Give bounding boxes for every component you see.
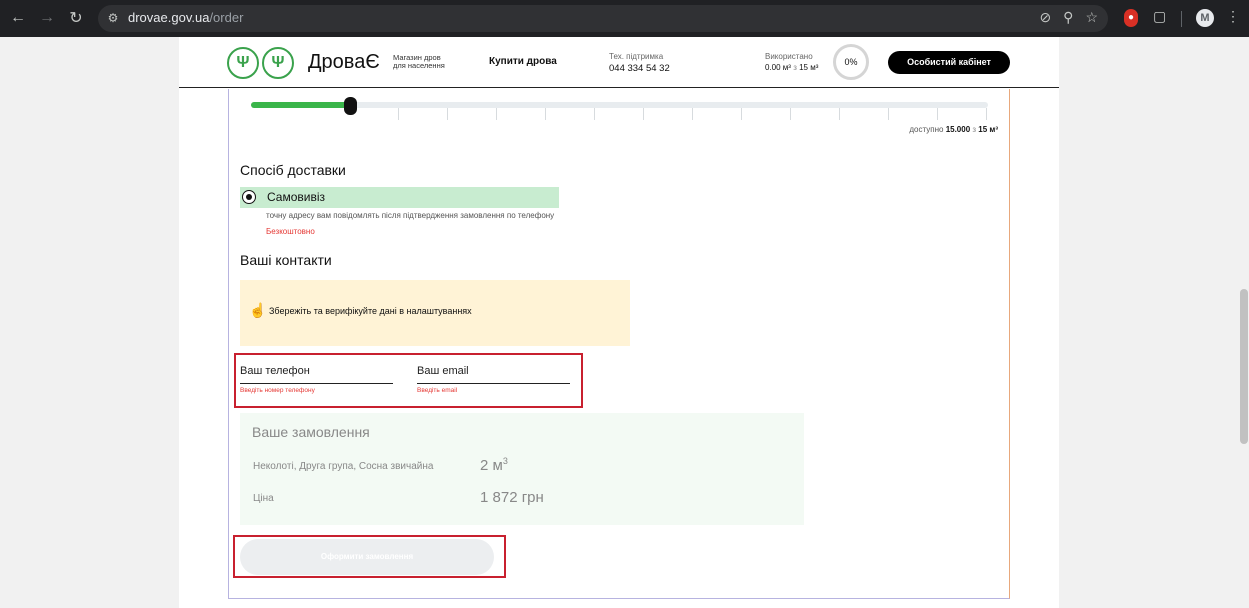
tracking-off-icon[interactable]: ⊘ xyxy=(1039,9,1051,26)
used-value: 0.00 м³ з 15 м³ xyxy=(765,63,819,72)
pointing-hand-icon: ☝ xyxy=(249,302,267,318)
contacts-title: Ваші контакти xyxy=(240,252,332,268)
volume-slider-handle[interactable] xyxy=(344,97,358,115)
verify-notice: ☝ Збережіть та верифікуйте дані в налашт… xyxy=(240,280,630,346)
brand-tagline: Магазин дров для населення xyxy=(393,53,445,70)
delivery-option-pickup[interactable]: Самовивіз xyxy=(240,187,559,208)
site-info-icon[interactable]: ⚙ xyxy=(106,11,120,25)
slider-tick xyxy=(692,108,693,120)
order-title: Ваше замовлення xyxy=(252,424,370,440)
phone-error: Введіть номер телефону xyxy=(240,387,315,394)
trident-emblem-icon: Ψ xyxy=(262,47,294,79)
url-text: drovae.gov.ua/order xyxy=(128,10,244,25)
order-summary: Ваше замовлення Неколоті, Друга група, С… xyxy=(240,413,804,525)
available-volume: доступно 15.000 з 15 м³ xyxy=(909,125,998,134)
pickup-price: Безкоштовно xyxy=(266,227,315,236)
reload-icon[interactable]: ↻ xyxy=(61,3,91,33)
address-bar[interactable]: ⚙ drovae.gov.ua/order ⊘ ⚲ ☆ xyxy=(98,5,1108,32)
order-price-label: Ціна xyxy=(253,493,274,504)
submit-order-button[interactable]: Оформити замовлення xyxy=(240,539,494,575)
extensions-puzzle-icon[interactable]: ▢ xyxy=(1153,8,1166,25)
pickup-note: точну адресу вам повідомлять після підтв… xyxy=(266,211,555,220)
slider-tick xyxy=(447,108,448,120)
email-field[interactable]: Ваш email Введіть email xyxy=(417,365,570,394)
forward-icon[interactable]: → xyxy=(32,3,62,33)
slider-tick xyxy=(888,108,889,120)
volume-slider[interactable] xyxy=(251,97,988,120)
order-quantity: 2 м3 xyxy=(480,456,508,474)
back-icon[interactable]: ← xyxy=(3,3,33,33)
extension-icon[interactable]: ● xyxy=(1124,9,1138,27)
zoom-icon[interactable]: ⚲ xyxy=(1063,9,1073,26)
toolbar-divider xyxy=(1181,11,1182,27)
slider-tick xyxy=(398,108,399,120)
delivery-title: Спосіб доставки xyxy=(240,162,346,178)
support-label: Тех. підтримка xyxy=(609,52,664,61)
browser-menu-icon[interactable]: ⋮ xyxy=(1226,8,1240,25)
usage-percent-ring: 0% xyxy=(833,44,869,80)
profile-avatar[interactable]: M xyxy=(1196,9,1214,27)
trident-emblem-icon: Ψ xyxy=(227,47,259,79)
email-error: Введіть email xyxy=(417,387,458,394)
pickup-radio[interactable] xyxy=(242,190,256,204)
bookmark-star-icon[interactable]: ☆ xyxy=(1085,9,1098,26)
order-form: доступно 15.000 з 15 м³ Спосіб доставки … xyxy=(228,89,1010,599)
personal-cabinet-button[interactable]: Особистий кабінет xyxy=(888,51,1010,74)
notice-text: Збережіть та верифікуйте дані в налаштув… xyxy=(269,306,472,316)
volume-slider-fill xyxy=(251,102,351,108)
site-header: Ψ Ψ ДроваЄ Магазин дров для населення Ку… xyxy=(179,37,1059,88)
slider-tick xyxy=(741,108,742,120)
slider-tick xyxy=(790,108,791,120)
page: Ψ Ψ ДроваЄ Магазин дров для населення Ку… xyxy=(179,37,1059,608)
order-price: 1 872 грн xyxy=(480,489,544,506)
slider-tick xyxy=(594,108,595,120)
slider-tick xyxy=(839,108,840,120)
slider-tick xyxy=(937,108,938,120)
slider-tick xyxy=(643,108,644,120)
scrollbar-thumb[interactable] xyxy=(1240,289,1248,444)
pickup-label: Самовивіз xyxy=(267,190,326,204)
slider-tick xyxy=(496,108,497,120)
page-scrollbar[interactable] xyxy=(1238,37,1249,608)
buy-firewood-link[interactable]: Купити дрова xyxy=(489,56,557,67)
browser-toolbar: ← → ↻ ⚙ drovae.gov.ua/order ⊘ ⚲ ☆ ● ▢ M … xyxy=(0,0,1249,37)
order-item: Неколоті, Друга група, Сосна звичайна xyxy=(253,461,434,472)
slider-tick xyxy=(986,108,987,120)
used-label: Використано xyxy=(765,52,813,61)
slider-tick xyxy=(545,108,546,120)
phone-input[interactable]: Ваш телефон xyxy=(240,365,393,384)
email-input[interactable]: Ваш email xyxy=(417,365,570,384)
phone-field[interactable]: Ваш телефон Введіть номер телефону xyxy=(240,365,393,394)
brand-name[interactable]: ДроваЄ xyxy=(308,51,380,74)
support-phone[interactable]: 044 334 54 32 xyxy=(609,63,670,74)
